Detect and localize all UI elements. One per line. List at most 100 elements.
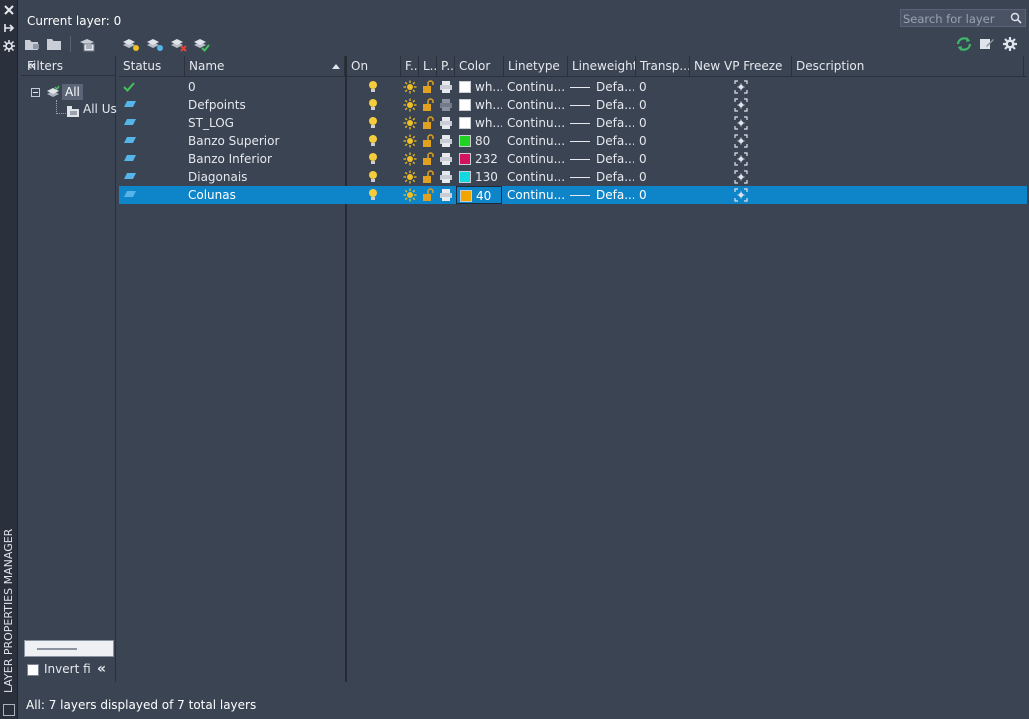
lineweight-cell[interactable]: Defa... xyxy=(570,132,634,150)
search-icon[interactable] xyxy=(1010,12,1022,24)
transparency-cell[interactable]: 0 xyxy=(639,168,687,186)
linetype-cell[interactable]: Continu... xyxy=(507,132,567,150)
pin-icon[interactable] xyxy=(2,21,16,35)
layer-name[interactable]: Banzo Inferior xyxy=(188,150,343,168)
plot-printer-icon[interactable] xyxy=(439,78,453,96)
collapse-node-icon[interactable] xyxy=(31,88,40,97)
on-bulb-icon[interactable] xyxy=(367,78,381,96)
layer-status-icon[interactable] xyxy=(123,96,139,114)
lock-icon[interactable] xyxy=(422,186,434,204)
layer-row[interactable]: Banzo Superior 80 Continu... Defa... 0 xyxy=(119,132,1027,150)
freeze-sun-icon[interactable] xyxy=(403,96,417,114)
filters-horizontal-scrollbar[interactable] xyxy=(24,640,114,657)
linetype-cell[interactable]: Continu... xyxy=(507,114,567,132)
lineweight-cell[interactable]: Defa... xyxy=(570,96,634,114)
close-icon[interactable] xyxy=(2,3,16,17)
refresh-icon[interactable] xyxy=(955,36,973,52)
layer-status-icon[interactable] xyxy=(123,168,139,186)
plot-printer-icon[interactable] xyxy=(439,186,453,204)
new-group-filter-icon[interactable] xyxy=(46,36,64,52)
layer-name[interactable]: Banzo Superior xyxy=(188,132,343,150)
layer-status-icon[interactable] xyxy=(123,150,139,168)
lineweight-cell[interactable]: Defa... xyxy=(570,186,634,204)
lock-icon[interactable] xyxy=(422,168,434,186)
layer-row[interactable]: Banzo Inferior 232 Continu... Defa... 0 xyxy=(119,150,1027,168)
on-bulb-icon[interactable] xyxy=(367,132,381,150)
column-header-new-vp-freeze[interactable]: New VP Freeze xyxy=(690,56,792,77)
layer-row[interactable]: 0 wh... Continu... Defa... 0 xyxy=(119,78,1027,96)
layer-color-cell[interactable]: wh... xyxy=(456,96,502,114)
column-header-color[interactable]: Color xyxy=(455,56,504,77)
scrollbar-thumb[interactable] xyxy=(37,648,77,650)
collapse-filters-icon[interactable]: « xyxy=(27,58,111,74)
linetype-cell[interactable]: Continu... xyxy=(507,168,567,186)
new-vp-freeze-icon[interactable] xyxy=(734,168,748,186)
search-input[interactable]: Search for layer xyxy=(900,9,1026,27)
layer-states-manager-icon[interactable] xyxy=(78,36,96,52)
column-header-description[interactable]: Description xyxy=(792,56,1024,77)
new-vp-freeze-icon[interactable] xyxy=(734,132,748,150)
lock-icon[interactable] xyxy=(422,114,434,132)
new-vp-freeze-icon[interactable] xyxy=(734,78,748,96)
transparency-cell[interactable]: 0 xyxy=(639,132,687,150)
plot-printer-icon[interactable] xyxy=(439,96,453,114)
layer-color-cell[interactable]: wh... xyxy=(456,114,502,132)
filter-tree-item-all[interactable]: All xyxy=(29,84,119,102)
layer-row[interactable]: Colunas 40 Continu... Defa... 0 xyxy=(119,186,1027,204)
linetype-cell[interactable]: Continu... xyxy=(507,150,567,168)
new-vp-freeze-icon[interactable] xyxy=(734,150,748,168)
column-header-plot[interactable]: P.. xyxy=(437,56,455,77)
transparency-cell[interactable]: 0 xyxy=(639,114,687,132)
new-layer-icon[interactable] xyxy=(122,36,140,52)
column-header-on[interactable]: On xyxy=(347,56,401,77)
plot-printer-icon[interactable] xyxy=(439,150,453,168)
freeze-sun-icon[interactable] xyxy=(403,186,417,204)
freeze-sun-icon[interactable] xyxy=(403,114,417,132)
freeze-sun-icon[interactable] xyxy=(403,132,417,150)
new-vp-freeze-icon[interactable] xyxy=(734,186,748,204)
invert-filter-checkbox[interactable] xyxy=(27,664,39,676)
lineweight-cell[interactable]: Defa... xyxy=(570,114,634,132)
on-bulb-icon[interactable] xyxy=(367,114,381,132)
layer-color-cell[interactable]: wh... xyxy=(456,78,502,96)
lock-icon[interactable] xyxy=(422,150,434,168)
plot-printer-icon[interactable] xyxy=(439,114,453,132)
transparency-cell[interactable]: 0 xyxy=(639,186,687,204)
column-header-name[interactable]: Name xyxy=(185,56,345,77)
properties-icon[interactable] xyxy=(2,39,16,53)
layer-status-icon[interactable] xyxy=(123,186,139,204)
column-header-freeze[interactable]: F.. xyxy=(401,56,419,77)
column-header-status[interactable]: Status xyxy=(119,56,185,77)
new-vp-freeze-icon[interactable] xyxy=(734,114,748,132)
plot-printer-icon[interactable] xyxy=(439,168,453,186)
layer-name[interactable]: Colunas xyxy=(188,186,343,204)
layer-name[interactable]: 0 xyxy=(188,78,343,96)
set-current-icon[interactable] xyxy=(193,36,211,52)
transparency-cell[interactable]: 0 xyxy=(639,78,687,96)
layer-status-icon[interactable] xyxy=(123,132,139,150)
on-bulb-icon[interactable] xyxy=(367,168,381,186)
layer-settings-icon[interactable] xyxy=(978,36,996,52)
layer-color-cell[interactable]: 40 xyxy=(456,186,502,204)
transparency-cell[interactable]: 0 xyxy=(639,96,687,114)
freeze-sun-icon[interactable] xyxy=(403,150,417,168)
layer-name[interactable]: Diagonais xyxy=(188,168,343,186)
column-header-transparency[interactable]: Transp... xyxy=(636,56,690,77)
freeze-sun-icon[interactable] xyxy=(403,168,417,186)
lineweight-cell[interactable]: Defa... xyxy=(570,168,634,186)
current-layer-check-icon[interactable] xyxy=(123,78,139,96)
on-bulb-icon[interactable] xyxy=(367,96,381,114)
freeze-sun-icon[interactable] xyxy=(403,78,417,96)
settings-gear-icon[interactable] xyxy=(1001,36,1019,52)
layer-row[interactable]: ST_LOG wh... Continu... Defa... 0 xyxy=(119,114,1027,132)
new-layer-vp-frozen-icon[interactable] xyxy=(146,36,164,52)
lock-icon[interactable] xyxy=(422,132,434,150)
plot-printer-icon[interactable] xyxy=(439,132,453,150)
layer-row[interactable]: Diagonais 130 Continu... Defa... 0 xyxy=(119,168,1027,186)
layer-name[interactable]: Defpoints xyxy=(188,96,343,114)
linetype-cell[interactable]: Continu... xyxy=(507,96,567,114)
on-bulb-icon[interactable] xyxy=(367,186,381,204)
column-header-linetype[interactable]: Linetype xyxy=(504,56,568,77)
column-header-lineweight[interactable]: Lineweight xyxy=(568,56,636,77)
linetype-cell[interactable]: Continu... xyxy=(507,78,567,96)
